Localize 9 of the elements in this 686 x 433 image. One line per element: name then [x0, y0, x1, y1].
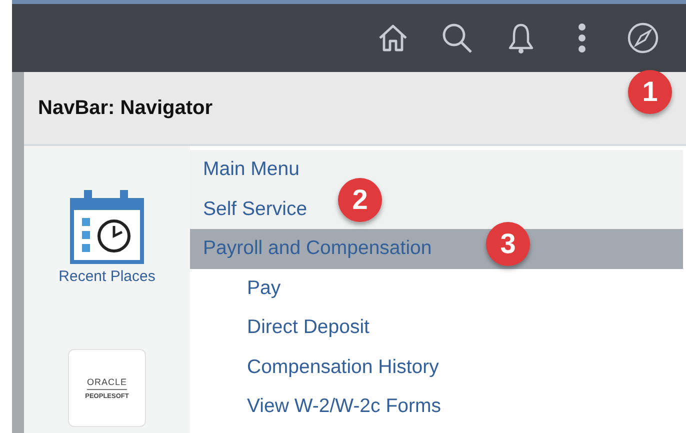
compass-icon[interactable] [626, 21, 660, 55]
menu-item[interactable]: Main Menu [190, 150, 683, 190]
search-icon[interactable] [440, 21, 474, 55]
recent-places-tile[interactable]: Recent Places [58, 188, 156, 285]
navigator-title: NavBar: Navigator [38, 96, 213, 120]
more-options-icon[interactable] [576, 21, 588, 55]
recent-places-label: Recent Places [58, 268, 156, 285]
logo-brand: ORACLE [86, 376, 127, 390]
calendar-clock-icon [70, 188, 144, 264]
